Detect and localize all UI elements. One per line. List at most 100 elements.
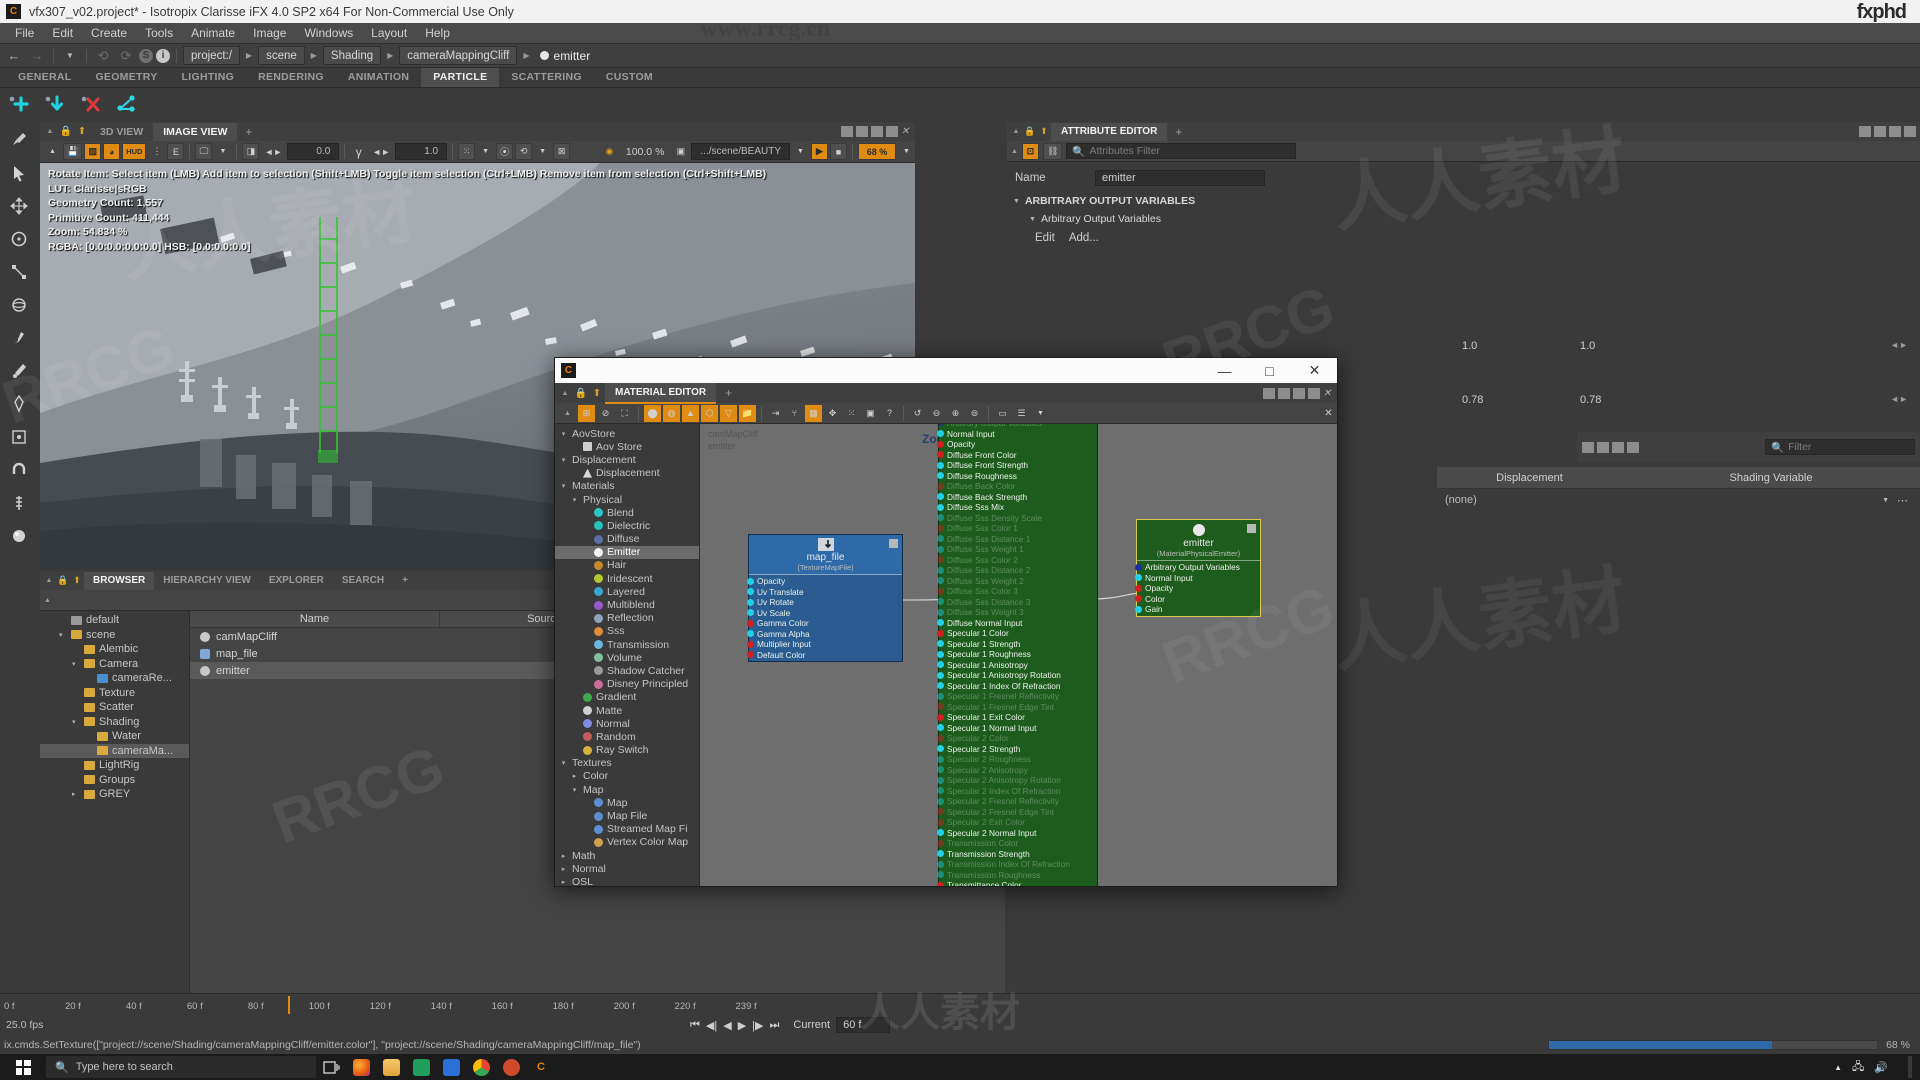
browser-tree-item[interactable]: LightRig [40, 758, 189, 773]
frame-selection-icon[interactable]: ⛶ [616, 405, 633, 422]
material-type-item[interactable]: ▾ Map [555, 783, 699, 796]
render-target-icon[interactable]: ▣ [672, 143, 689, 160]
node-port[interactable]: Specular 1 Index Of Refraction [937, 681, 1097, 692]
port-connector-icon[interactable] [937, 682, 944, 690]
brush-tool-icon[interactable] [7, 326, 31, 350]
port-connector-icon[interactable] [937, 745, 944, 753]
node-port[interactable]: Diffuse Sss Density Scale [937, 513, 1097, 524]
breadcrumb-leaf[interactable]: emitter [536, 49, 590, 63]
port-connector-icon[interactable] [747, 619, 754, 627]
port-connector-icon[interactable] [937, 451, 944, 459]
layout-rows-icon[interactable] [1278, 387, 1290, 399]
node-port[interactable]: Specular 1 Strength [937, 639, 1097, 650]
pen-tool-icon[interactable] [7, 392, 31, 416]
tree-expand-chevron-icon[interactable]: ▾ [559, 482, 568, 490]
exposure-icon[interactable]: ◨ [242, 143, 260, 160]
node-port[interactable]: Diffuse Front Color [937, 450, 1097, 461]
tab-particle[interactable]: PARTICLE [421, 68, 500, 87]
node-port[interactable]: Uv Scale [747, 608, 902, 619]
port-connector-icon[interactable] [937, 692, 944, 700]
clear-image-icon[interactable]: ⊠ [553, 143, 571, 160]
gamma-slider-icon[interactable]: ◄► [369, 143, 393, 160]
material-type-item[interactable]: Normal [555, 717, 699, 730]
start-button[interactable] [0, 1054, 46, 1080]
tab-image-view[interactable]: IMAGE VIEW [153, 122, 238, 141]
port-connector-icon[interactable] [1135, 605, 1142, 613]
layout-grid-icon[interactable] [1859, 126, 1871, 137]
port-connector-icon[interactable] [937, 629, 944, 637]
undo-icon[interactable]: ↺ [909, 405, 926, 422]
port-connector-icon[interactable] [1135, 595, 1142, 603]
tab-rendering[interactable]: RENDERING [246, 68, 336, 87]
node-port[interactable]: Opacity [1135, 583, 1260, 594]
browser-tree-item[interactable]: Scatter [40, 700, 189, 715]
tab-3d-view[interactable]: 3D VIEW [90, 123, 153, 141]
node-port[interactable]: Specular 1 Normal Input [937, 723, 1097, 734]
go-to-start-icon[interactable]: ⏮ [690, 1019, 700, 1032]
section-arbitrary-output-variables[interactable]: ▼ ARBITRARY OUTPUT VARIABLES [1007, 192, 1920, 210]
port-connector-icon[interactable] [937, 829, 944, 837]
node-port[interactable]: Transmission Index Of Refraction [937, 859, 1097, 870]
port-connector-icon[interactable] [937, 839, 944, 847]
node-port[interactable]: Diffuse Sss Weight 1 [937, 544, 1097, 555]
browser-export-icon[interactable]: ⬆ [70, 575, 84, 586]
menu-create[interactable]: Create [82, 23, 136, 43]
node-port[interactable]: Specular 1 Fresnel Edge Tint [937, 702, 1097, 713]
tab-explorer[interactable]: EXPLORER [260, 572, 333, 590]
column-header-name[interactable]: Name [190, 611, 440, 627]
import-particle-icon[interactable] [44, 94, 66, 116]
history-dropdown-icon[interactable]: ▼ [534, 143, 551, 160]
attr-pin-icon[interactable]: ⊡ [1021, 142, 1039, 160]
browser-lock-icon[interactable]: 🔒 [56, 575, 70, 586]
layout-single-icon[interactable] [1627, 441, 1639, 453]
subsection-arbitrary-output-variables[interactable]: ▼ Arbitrary Output Variables [1007, 210, 1920, 228]
delete-particle-icon[interactable] [80, 94, 102, 116]
back-arrow-icon[interactable]: ← [4, 47, 24, 65]
port-connector-icon[interactable] [937, 440, 944, 448]
taskbar-chrome-icon[interactable] [466, 1054, 496, 1080]
node-port[interactable]: Diffuse Normal Input [937, 618, 1097, 629]
material-type-item[interactable]: ▾ Textures [555, 757, 699, 770]
collapse-left-icon[interactable]: ⊖ [928, 405, 945, 422]
node-graph-canvas[interactable]: camMapCliff emitter Zoom: 88% map_file(T… [700, 424, 1337, 886]
node-port[interactable]: Transmission Color [937, 838, 1097, 849]
tab-custom[interactable]: CUSTOM [594, 68, 665, 87]
play-render-button[interactable]: ▶ [811, 143, 828, 160]
node-port[interactable]: Diffuse Sss Color 2 [937, 555, 1097, 566]
matedit-close-icon[interactable]: ✕ [1320, 405, 1337, 422]
bookmark-icon[interactable]: ▭ [994, 405, 1011, 422]
port-connector-icon[interactable] [937, 598, 944, 606]
material-type-item[interactable]: Diffuse [555, 533, 699, 546]
menu-animate[interactable]: Animate [182, 23, 244, 43]
breadcrumb-item-project[interactable]: project:/ [183, 46, 240, 65]
port-connector-icon[interactable] [1135, 584, 1142, 592]
layout-rows-icon[interactable] [1874, 126, 1886, 137]
node-port[interactable]: Specular 1 Fresnel Reflectivity [937, 691, 1097, 702]
timeline-playhead[interactable] [288, 996, 290, 1014]
node-port[interactable]: Specular 1 Roughness [937, 649, 1097, 660]
text-overlay-icon[interactable]: E [167, 143, 185, 160]
tree-expand-chevron-icon[interactable]: ▸ [72, 790, 80, 798]
save-image-icon[interactable]: 💾 [63, 143, 83, 160]
matedit-export-icon[interactable]: ⬆ [589, 385, 605, 401]
node-port[interactable]: Specular 2 Fresnel Edge Tint [937, 807, 1097, 818]
next-frame-icon[interactable]: |▶ [752, 1019, 763, 1032]
close-panel-icon[interactable]: ✕ [1323, 388, 1333, 399]
material-type-item[interactable]: Shadow Catcher [555, 664, 699, 677]
browser-tree-item[interactable]: default [40, 613, 189, 628]
layout-grid-icon[interactable] [1263, 387, 1275, 399]
material-type-item[interactable]: Ray Switch [555, 744, 699, 757]
column-header-displacement[interactable]: Displacement [1437, 472, 1622, 484]
browser-tree-item[interactable]: Texture [40, 686, 189, 701]
material-type-item[interactable]: Reflection [555, 612, 699, 625]
hud-toggle[interactable]: HUD [122, 143, 147, 160]
display-mode-icon[interactable]: 🖵 [195, 143, 213, 160]
port-connector-icon[interactable] [747, 609, 754, 617]
show-desktop-bar[interactable] [1908, 1056, 1912, 1078]
taskbar-excel-icon[interactable] [406, 1054, 436, 1080]
taskbar-firefox-icon[interactable] [346, 1054, 376, 1080]
attr-value-1[interactable]: 1.0 [1462, 340, 1477, 352]
material-editor-title-bar[interactable]: C — □ ✕ [555, 358, 1337, 383]
select-arrow-icon[interactable] [7, 161, 31, 185]
port-connector-icon[interactable] [937, 871, 944, 879]
